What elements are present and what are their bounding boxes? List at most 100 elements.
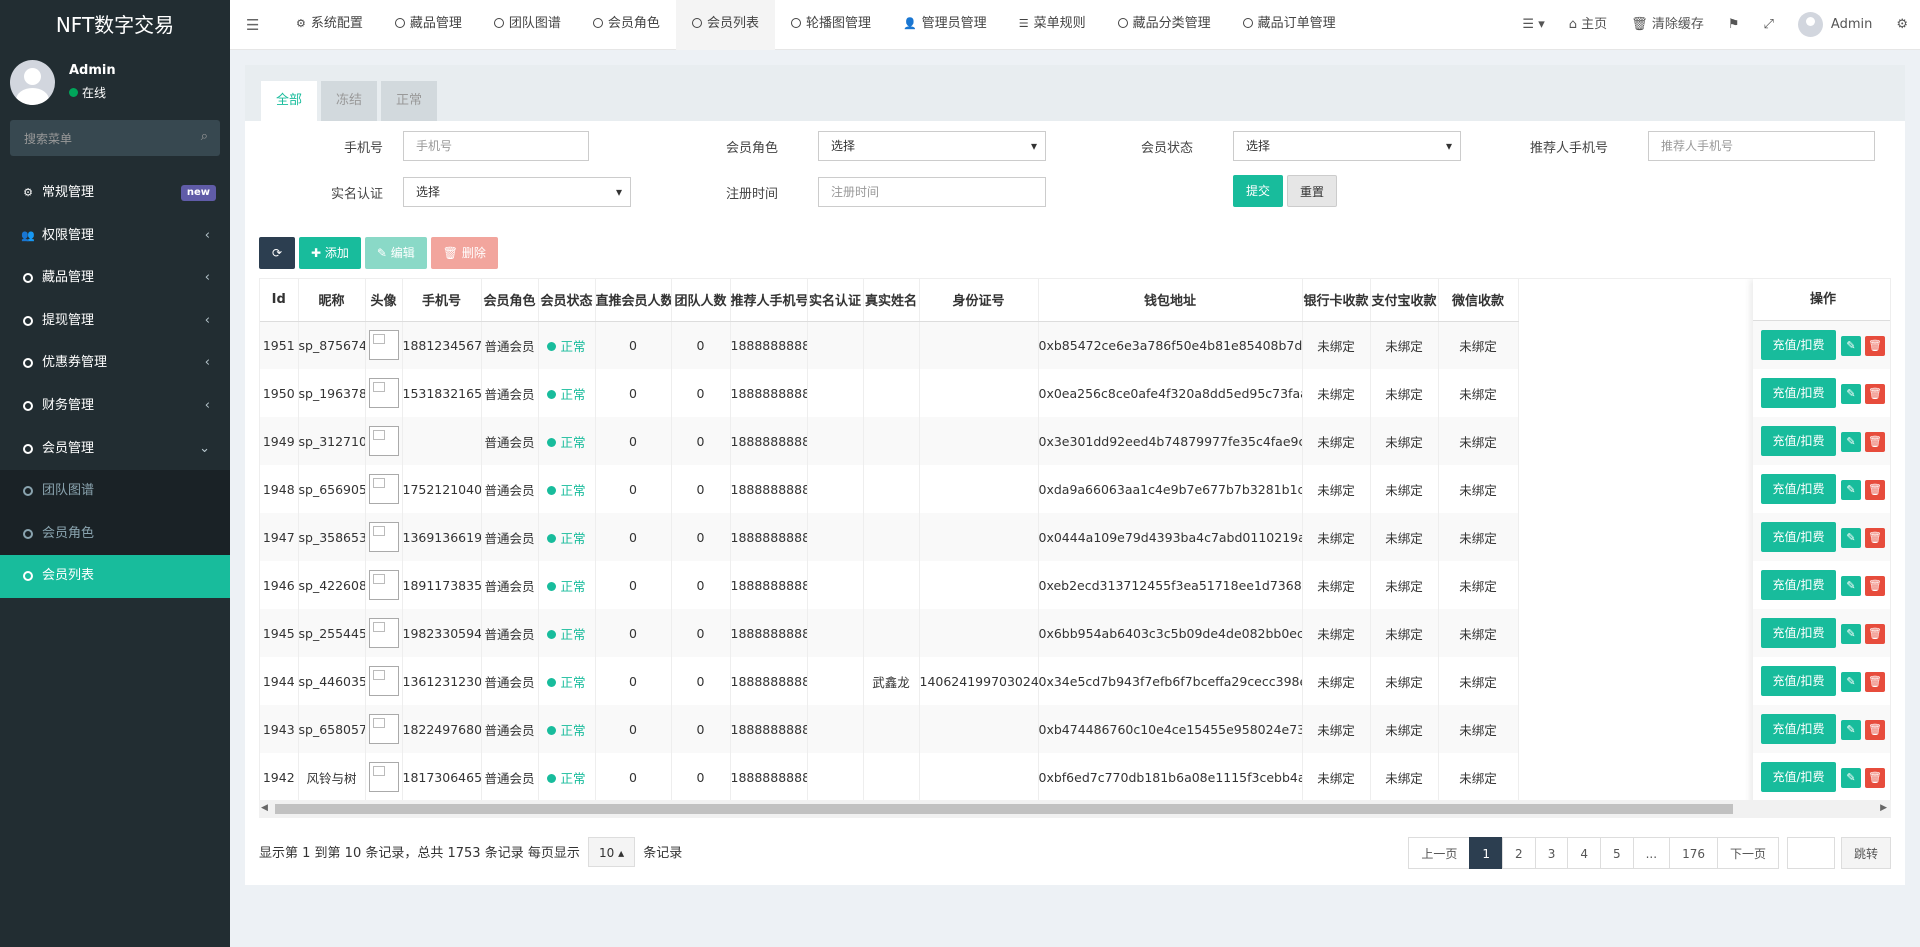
delete-row-button[interactable]: 🗑 — [1865, 768, 1885, 788]
recharge-button[interactable]: 充值/扣费 — [1761, 522, 1836, 552]
column-header[interactable]: 头像 — [365, 279, 403, 322]
page-button[interactable]: 176 — [1669, 837, 1718, 869]
recharge-button[interactable]: 充值/扣费 — [1761, 618, 1836, 648]
tab-4[interactable]: 会员列表 — [675, 0, 775, 50]
table-row[interactable]: 1942风铃与树18173064656普通会员正常00188888888880x… — [260, 753, 1519, 801]
sidebar-item-3[interactable]: 提现管理 ‹ — [0, 300, 230, 343]
recharge-button[interactable]: 充值/扣费 — [1761, 666, 1836, 696]
tab-2[interactable]: 团队图谱 — [478, 0, 577, 50]
recharge-button[interactable]: 充值/扣费 — [1761, 714, 1836, 744]
search-icon[interactable]: ⌕ — [201, 129, 208, 144]
sidebar-subitem-1[interactable]: 会员角色 — [0, 513, 230, 556]
column-header[interactable]: 钱包地址 — [1038, 279, 1303, 322]
settings-button[interactable]: ⚙ — [1884, 0, 1920, 50]
edit-row-button[interactable]: ✎ — [1841, 384, 1861, 404]
sidebar-item-2[interactable]: 藏品管理 ‹ — [0, 257, 230, 300]
table-row[interactable]: 1946sp_42260818911738356普通会员正常0018888888… — [260, 561, 1519, 609]
column-header[interactable]: 微信收款 — [1438, 279, 1519, 322]
column-header[interactable]: 昵称 — [298, 279, 366, 322]
delete-row-button[interactable]: 🗑 — [1865, 720, 1885, 740]
sidebar-subitem-0[interactable]: 团队图谱 — [0, 470, 230, 513]
delete-row-button[interactable]: 🗑 — [1865, 432, 1885, 452]
recharge-button[interactable]: 充值/扣费 — [1761, 570, 1836, 600]
avatar-image[interactable] — [368, 522, 399, 552]
reset-button[interactable]: 重置 — [1287, 175, 1337, 207]
status-tab-0[interactable]: 全部 — [261, 81, 318, 121]
fullscreen-button[interactable]: ⤢ — [1752, 0, 1786, 50]
edit-row-button[interactable]: ✎ — [1841, 576, 1861, 596]
edit-row-button[interactable]: ✎ — [1841, 720, 1861, 740]
recharge-button[interactable]: 充值/扣费 — [1761, 474, 1836, 504]
delete-row-button[interactable]: 🗑 — [1865, 672, 1885, 692]
delete-button[interactable]: 🗑 删除 — [430, 237, 498, 269]
sidebar-item-1[interactable]: 👥 权限管理 ‹ — [0, 215, 230, 258]
page-size-dropdown[interactable]: 10 ▴ — [587, 837, 636, 867]
recharge-button[interactable]: 充值/扣费 — [1761, 330, 1836, 360]
role-select[interactable]: 选择 — [818, 131, 1046, 161]
scroll-left-icon[interactable]: ◀ — [261, 803, 268, 813]
scrollbar-thumb[interactable] — [275, 804, 1733, 814]
avatar-image[interactable] — [368, 714, 399, 744]
avatar-image[interactable] — [368, 426, 399, 456]
recharge-button[interactable]: 充值/扣费 — [1761, 426, 1836, 456]
column-header[interactable]: 直推会员人数 — [595, 279, 672, 322]
delete-row-button[interactable]: 🗑 — [1865, 336, 1885, 356]
status-tab-1[interactable]: 冻结 — [321, 81, 378, 121]
edit-row-button[interactable]: ✎ — [1841, 480, 1861, 500]
tab-0[interactable]: ⚙ 系统配置 — [280, 0, 379, 50]
tab-1[interactable]: 藏品管理 — [379, 0, 478, 50]
recharge-button[interactable]: 充值/扣费 — [1761, 378, 1836, 408]
page-button[interactable]: 3 — [1534, 837, 1569, 869]
sidebar-subitem-2[interactable]: 会员列表 — [0, 555, 230, 598]
table-row[interactable]: 1944sp_44603513612312301普通会员正常0018888888… — [260, 657, 1519, 705]
avatar-image[interactable] — [368, 570, 399, 600]
edit-row-button[interactable]: ✎ — [1841, 432, 1861, 452]
page-button[interactable]: 1 — [1469, 837, 1504, 869]
sidebar-toggle-icon[interactable]: ☰ — [246, 16, 259, 34]
page-button[interactable]: 2 — [1502, 837, 1536, 869]
referrer-phone-input[interactable]: 推荐人手机号 — [1648, 131, 1875, 161]
table-row[interactable]: 1947sp_35865313691366193普通会员正常0018888888… — [260, 513, 1519, 561]
column-header[interactable]: 支付宝收款 — [1370, 279, 1439, 322]
delete-row-button[interactable]: 🗑 — [1865, 624, 1885, 644]
column-header[interactable]: 真实姓名 — [863, 279, 920, 322]
tab-8[interactable]: 藏品分类管理 — [1102, 0, 1227, 50]
edit-row-button[interactable]: ✎ — [1841, 768, 1861, 788]
sidebar-item-6[interactable]: 会员管理 ⌄ — [0, 428, 230, 471]
tab-6[interactable]: 👤 管理员管理 — [887, 0, 1003, 50]
sidebar-item-0[interactable]: ⚙ 常规管理 new — [0, 172, 230, 215]
prev-page-button[interactable]: 上一页 — [1408, 837, 1471, 869]
avatar-image[interactable] — [368, 474, 399, 504]
status-select[interactable]: 选择 — [1233, 131, 1461, 161]
scroll-right-icon[interactable]: ▶ — [1880, 803, 1887, 813]
delete-row-button[interactable]: 🗑 — [1865, 576, 1885, 596]
column-header[interactable]: 手机号 — [402, 279, 482, 322]
status-tab-2[interactable]: 正常 — [381, 81, 438, 121]
table-row[interactable]: 1945sp_25544519823305946普通会员正常0018888888… — [260, 609, 1519, 657]
realname-select[interactable]: 选择 — [403, 177, 631, 207]
column-header[interactable]: 银行卡收款 — [1302, 279, 1371, 322]
delete-row-button[interactable]: 🗑 — [1865, 384, 1885, 404]
jump-page-input[interactable] — [1786, 837, 1835, 869]
app-logo[interactable]: NFT数字交易 — [0, 0, 230, 50]
home-link[interactable]: ⌂ 主页 — [1557, 0, 1619, 50]
page-button[interactable]: 5 — [1599, 837, 1634, 869]
page-button[interactable]: ... — [1632, 837, 1671, 869]
column-header[interactable]: 会员状态 — [538, 279, 596, 322]
jump-button[interactable]: 跳转 — [1840, 837, 1891, 869]
column-header[interactable]: 团队人数 — [671, 279, 731, 322]
horizontal-scrollbar[interactable]: ◀ ▶ — [259, 800, 1891, 818]
table-row[interactable]: 1943sp_65805718224976800普通会员正常0018888888… — [260, 705, 1519, 753]
language-button[interactable]: ⚑ — [1716, 0, 1752, 50]
recharge-button[interactable]: 充值/扣费 — [1761, 762, 1836, 792]
sidebar-item-4[interactable]: 优惠券管理 ‹ — [0, 342, 230, 385]
edit-row-button[interactable]: ✎ — [1841, 672, 1861, 692]
column-header[interactable]: 身份证号 — [919, 279, 1039, 322]
avatar-image[interactable] — [368, 762, 399, 792]
table-row[interactable]: 1950sp_19637815318321650普通会员正常0018888888… — [260, 369, 1519, 417]
table-row[interactable]: 1949sp_312710普通会员正常00188888888880x3e301d… — [260, 417, 1519, 465]
column-header[interactable]: 推荐人手机号 — [730, 279, 808, 322]
add-button[interactable]: ✚ 添加 — [299, 237, 361, 269]
tab-7[interactable]: ☰ 菜单规则 — [1003, 0, 1102, 50]
edit-row-button[interactable]: ✎ — [1841, 624, 1861, 644]
